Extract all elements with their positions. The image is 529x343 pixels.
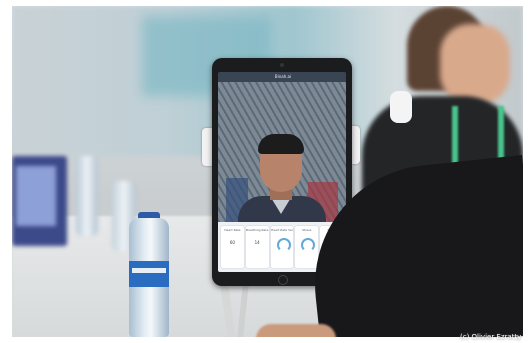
- woman-face: [440, 24, 510, 104]
- metric-value: 14: [254, 240, 260, 245]
- metric-card-stress[interactable]: Stress: [295, 226, 319, 268]
- front-camera: [280, 63, 284, 67]
- home-button[interactable]: [278, 275, 288, 285]
- app-header: Binah.ai: [218, 72, 346, 82]
- gauge-icon: [301, 238, 316, 252]
- man-hair: [258, 134, 304, 154]
- water-bottle-label: [129, 261, 169, 287]
- metric-label: Breathing Rate: [245, 228, 269, 232]
- metric-card-heart-rate[interactable]: Heart Rate 60: [221, 226, 244, 268]
- metric-label: Heart Rate: [224, 228, 241, 232]
- water-bottle-background: [76, 156, 98, 236]
- metric-card-hrv[interactable]: Heart Rate Var: [270, 226, 294, 268]
- photo: Binah.ai Heart Rate 60 Breathing Rate 14: [12, 6, 523, 337]
- water-bottle-label-stripe: [132, 268, 166, 273]
- metric-card-breathing-rate[interactable]: Breathing Rate 14: [245, 226, 269, 268]
- headset: [390, 91, 412, 123]
- foreground-hand: [256, 324, 336, 337]
- gauge-icon: [276, 238, 291, 252]
- app-title: Binah.ai: [274, 74, 292, 79]
- metric-value: 60: [229, 240, 235, 245]
- laptop-screen: [16, 166, 56, 226]
- photo-credit: (c) Olivier Ezratty: [460, 333, 522, 341]
- metric-label: Stress: [302, 228, 312, 232]
- camera-preview: [218, 82, 346, 236]
- metric-label: Heart Rate Var: [270, 228, 293, 232]
